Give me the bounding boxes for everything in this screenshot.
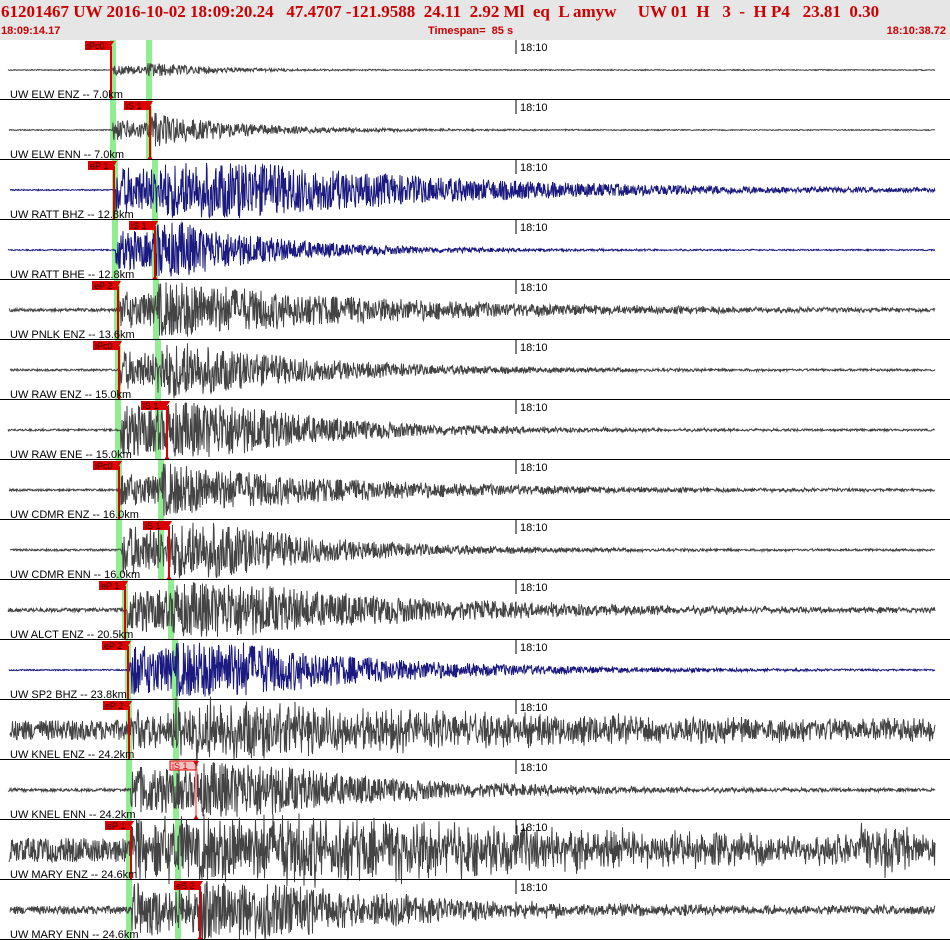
trace-row[interactable]: eS 2 18:10 UW MARY ENN -- 24.6km bbox=[0, 880, 950, 940]
pick-label: iS 1 bbox=[131, 221, 147, 231]
pick-label: iPc0 bbox=[95, 341, 113, 351]
minute-label: 18:10 bbox=[520, 582, 548, 594]
minute-label: 18:10 bbox=[520, 402, 548, 414]
minute-label: 18:10 bbox=[520, 822, 548, 834]
minute-label: 18:10 bbox=[520, 42, 548, 54]
trace-row[interactable]: iPc0 18:10UW CDMR ENZ -- 16.0km bbox=[0, 460, 950, 521]
waveform bbox=[8, 642, 936, 697]
waveform bbox=[7, 582, 936, 637]
pick-label: iPc0 bbox=[95, 461, 113, 471]
pick-label: iPc0 bbox=[87, 41, 105, 51]
waveform bbox=[7, 762, 936, 817]
pick-label: iS 1 bbox=[143, 401, 159, 411]
waveform bbox=[9, 880, 936, 940]
minute-label: 18:10 bbox=[520, 642, 548, 654]
minute-label: 18:10 bbox=[520, 702, 548, 714]
waveform bbox=[10, 162, 936, 220]
pick-label: iS 1 bbox=[126, 101, 142, 111]
pick-label: iS 1 bbox=[145, 521, 161, 531]
pick-label: eP 2 bbox=[105, 701, 123, 711]
waveform bbox=[7, 401, 936, 458]
waveform bbox=[9, 343, 936, 399]
pick-label: eP 1 bbox=[107, 821, 125, 831]
waveform bbox=[8, 282, 936, 337]
trace-row[interactable]: eP 1 18:10UW RATT BHZ -- 12.8km bbox=[0, 160, 950, 221]
pick-label: eP 1 bbox=[101, 581, 119, 591]
pick-label: iS 1 bbox=[172, 761, 188, 771]
waveform bbox=[8, 813, 936, 888]
minute-label: 18:10 bbox=[520, 462, 548, 474]
minute-label: 18:10 bbox=[520, 762, 548, 774]
trace-row[interactable]: eP 2 18:10UW SP2 BHZ -- 23.8km bbox=[0, 640, 950, 701]
trace-row[interactable]: eP 2 18:10UW KNEL ENZ -- 24.2km bbox=[0, 696, 950, 766]
pick-label: eS 2 bbox=[176, 881, 195, 891]
trace-row[interactable]: eP 1 18:10UW MARY ENZ -- 24.6km bbox=[0, 813, 950, 888]
trace-row[interactable]: eP 1 18:10UW ALCT ENZ -- 20.5km bbox=[0, 580, 950, 641]
trace-row[interactable]: iPc0 18:10UW RAW ENZ -- 15.0km bbox=[0, 340, 950, 401]
trace-row[interactable]: iS 1 18:10UW RATT BHE -- 12.8km bbox=[0, 220, 950, 281]
trace-row[interactable]: iS 1 18:10UW RAW ENE -- 15.0km bbox=[0, 400, 950, 461]
waveform bbox=[7, 221, 935, 277]
minute-label: 18:10 bbox=[520, 342, 548, 354]
pick-label: eP 2 bbox=[104, 641, 122, 651]
trace-row[interactable]: eP 2 18:10UW PNLK ENZ -- 13.6km bbox=[0, 280, 950, 341]
minute-label: 18:10 bbox=[520, 162, 548, 174]
minute-label: 18:10 bbox=[520, 102, 548, 114]
waveform bbox=[9, 696, 936, 766]
pick-label: eP 2 bbox=[94, 281, 112, 291]
minute-label: 18:10 bbox=[520, 222, 548, 234]
seismogram-panel[interactable]: iPc0 18:10UW ELW ENZ -- 7.0kmiS 1 18:10UW … bbox=[0, 0, 950, 940]
station-label: UW MARY ENN -- 24.6km bbox=[10, 929, 139, 940]
trace-row[interactable]: iS 1 18:10UW CDMR ENN -- 16.0km bbox=[0, 520, 950, 581]
pick-label: eP 1 bbox=[90, 161, 108, 171]
waveform bbox=[9, 522, 936, 579]
waveform bbox=[8, 463, 936, 516]
trace-row[interactable]: iS 1 18:10UW ELW ENN -- 7.0km bbox=[0, 100, 950, 161]
minute-label: 18:10 bbox=[520, 522, 548, 534]
minute-label: 18:10 bbox=[520, 282, 548, 294]
trace-row[interactable]: iPc0 18:10UW ELW ENZ -- 7.0km bbox=[0, 40, 950, 101]
trace-row[interactable]: iS 1 18:10UW KNEL ENN -- 24.2km bbox=[0, 760, 950, 821]
minute-label: 18:10 bbox=[520, 882, 548, 894]
